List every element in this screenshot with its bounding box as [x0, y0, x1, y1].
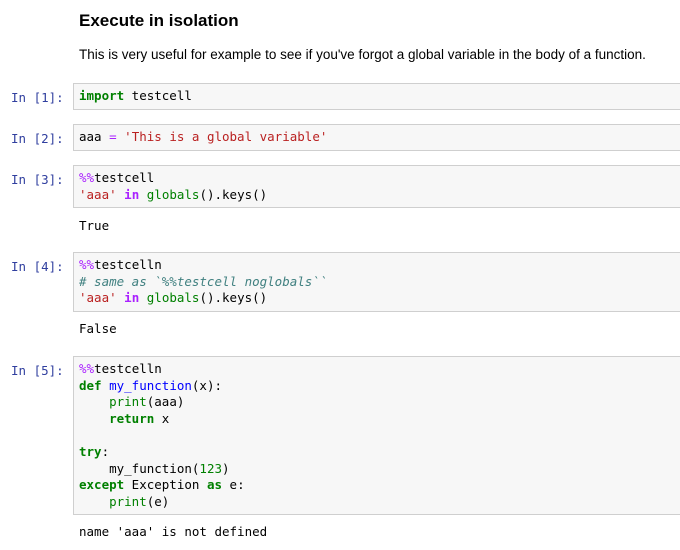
code-token: ) [222, 460, 230, 476]
code-token: Exception [124, 477, 207, 493]
code-token: %% [79, 361, 95, 376]
code-cell-2[interactable]: aaa = 'This is a global variable' [73, 124, 680, 151]
cell-4-prompt: In [4]: [11, 259, 64, 274]
cell-1-code[interactable]: import testcell [79, 88, 680, 105]
cell-3-output: True [79, 218, 110, 233]
cell-3-code[interactable]: %%testcell 'aaa' in globals().keys() [79, 170, 680, 203]
code-token: return [109, 410, 155, 426]
section-description: This is very useful for example to see i… [79, 47, 646, 62]
cell-1-prompt: In [1]: [11, 90, 64, 105]
code-token: testcelln [94, 361, 162, 376]
code-token: : [101, 443, 110, 459]
code-token: try [79, 443, 102, 459]
cell-2-prompt: In [2]: [11, 131, 64, 146]
code-token: e: [222, 477, 245, 493]
code-token: # same as `%%testcell noglobals`` [79, 273, 328, 289]
code-token: %% [79, 170, 95, 185]
code-token: %% [79, 257, 95, 272]
code-token: ().keys() [199, 186, 268, 202]
code-token: testcelln [94, 257, 162, 272]
code-token: 'This is a global variable' [124, 129, 328, 144]
code-token: globals [146, 186, 200, 202]
code-token: def [79, 377, 102, 393]
cell-5-code[interactable]: %%testcelln def my_function(x): print(aa… [79, 361, 680, 510]
code-token: 'aaa' [79, 186, 117, 202]
code-token: ().keys() [199, 290, 268, 306]
code-token: testcell [94, 170, 155, 185]
code-token: in [124, 186, 140, 202]
code-token: my_function [109, 377, 192, 393]
code-token: print [109, 394, 147, 410]
code-token: as [206, 477, 223, 493]
code-token: (aaa) [146, 394, 185, 410]
code-token: aaa [79, 129, 110, 144]
code-token: except [79, 477, 125, 493]
cell-5-output: name 'aaa' is not defined [79, 524, 268, 539]
code-token: = [109, 129, 117, 144]
code-cell-4[interactable]: %%testcelln # same as `%%testcell noglob… [73, 252, 680, 312]
section-title: Execute in isolation [79, 11, 239, 30]
code-token: 123 [199, 460, 222, 476]
code-token: testcell [124, 88, 192, 103]
code-token: globals [146, 290, 200, 306]
cell-2-code[interactable]: aaa = 'This is a global variable' [79, 129, 680, 146]
cell-4-output: False [79, 321, 117, 336]
cell-5-prompt: In [5]: [11, 363, 64, 378]
code-token: in [124, 290, 140, 306]
code-token: 'aaa' [79, 290, 117, 306]
code-token: print [109, 493, 147, 509]
code-token: (x): [191, 377, 223, 393]
code-token: x [154, 410, 170, 426]
code-token: my_function( [79, 460, 200, 476]
code-token: import [79, 88, 125, 103]
code-cell-5[interactable]: %%testcelln def my_function(x): print(aa… [73, 356, 680, 516]
code-cell-3[interactable]: %%testcell 'aaa' in globals().keys() [73, 165, 680, 209]
cell-4-code[interactable]: %%testcelln # same as `%%testcell noglob… [79, 257, 680, 307]
code-cell-1[interactable]: import testcell [73, 83, 680, 110]
code-token: (e) [146, 493, 170, 509]
cell-3-prompt: In [3]: [11, 172, 64, 187]
